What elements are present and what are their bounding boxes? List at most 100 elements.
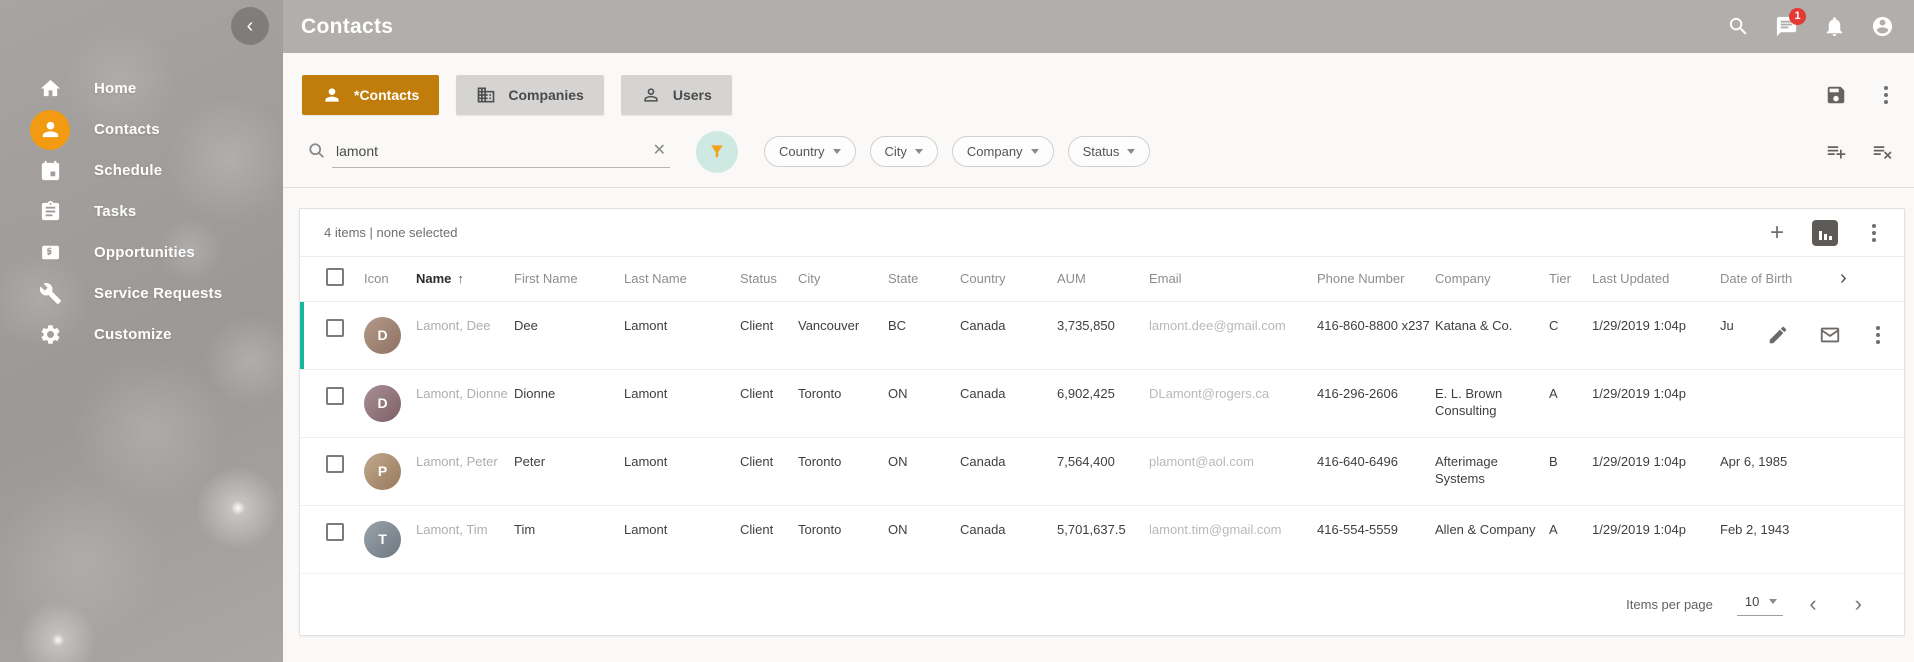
column-header-dob[interactable]: Date of Birth	[1720, 257, 1840, 301]
row-checkbox[interactable]	[326, 319, 344, 337]
wrench-icon	[30, 274, 70, 314]
funnel-icon	[707, 142, 727, 162]
cell-aum: 3,735,850	[1057, 301, 1149, 369]
cell-last-name: Lamont	[624, 301, 740, 369]
row-checkbox[interactable]	[326, 387, 344, 405]
avatar: T	[364, 521, 401, 558]
search-field: ✕	[332, 136, 670, 168]
cell-country: Canada	[960, 505, 1057, 573]
column-header-state[interactable]: State	[888, 257, 960, 301]
sidebar-item-service-requests[interactable]: Service Requests	[0, 273, 283, 314]
tab-label: Users	[673, 87, 712, 103]
clipboard-icon	[30, 192, 70, 232]
scroll-right-icon[interactable]: ›	[1840, 267, 1847, 289]
row-checkbox[interactable]	[326, 523, 344, 541]
column-header-last-name[interactable]: Last Name	[624, 257, 740, 301]
sort-asc-icon: ↑	[457, 271, 464, 286]
row-checkbox[interactable]	[326, 455, 344, 473]
playlist-add-icon[interactable]	[1824, 140, 1848, 164]
select-all-checkbox[interactable]	[326, 268, 344, 286]
column-header-city[interactable]: City	[798, 257, 888, 301]
home-icon	[30, 69, 70, 109]
cell-state: ON	[888, 505, 960, 573]
next-page-button[interactable]: ›	[1843, 593, 1874, 615]
account-icon[interactable]	[1870, 15, 1894, 39]
cell-status: Client	[740, 437, 798, 505]
tab-companies[interactable]: Companies	[456, 75, 603, 115]
messages-icon[interactable]: 1	[1774, 15, 1798, 39]
sidebar-item-contacts[interactable]: Contacts	[0, 109, 283, 150]
chevron-down-icon	[1031, 149, 1039, 154]
search-icon	[308, 142, 328, 162]
filter-funnel-button[interactable]	[696, 131, 738, 173]
more-vert-icon[interactable]	[1870, 324, 1886, 346]
sidebar-collapse-button[interactable]: ‹	[231, 7, 269, 45]
save-icon[interactable]	[1824, 83, 1848, 107]
sidebar-item-label: Tasks	[94, 203, 136, 220]
edit-icon[interactable]	[1766, 323, 1790, 347]
cell-first-name: Peter	[514, 437, 624, 505]
bell-icon[interactable]	[1822, 15, 1846, 39]
filter-chip-country[interactable]: Country	[764, 136, 856, 167]
search-input[interactable]	[332, 143, 649, 159]
filter-chip-status[interactable]: Status	[1068, 136, 1151, 167]
column-header-aum[interactable]: AUM	[1057, 257, 1149, 301]
cell-last-name: Lamont	[624, 437, 740, 505]
clear-search-icon[interactable]: ✕	[649, 143, 670, 159]
column-header-last-updated[interactable]: Last Updated	[1592, 257, 1720, 301]
more-vert-icon[interactable]	[1866, 222, 1882, 244]
sidebar: ‹ Home Contacts Schedule	[0, 0, 283, 662]
sidebar-item-opportunities[interactable]: Opportunities	[0, 232, 283, 273]
tab-contacts[interactable]: *Contacts	[302, 75, 439, 115]
column-header-phone[interactable]: Phone Number	[1317, 257, 1435, 301]
page-size-select[interactable]: 10	[1737, 592, 1783, 616]
column-header-country[interactable]: Country	[960, 257, 1057, 301]
sidebar-item-schedule[interactable]: Schedule	[0, 150, 283, 191]
column-header-email[interactable]: Email	[1149, 257, 1317, 301]
sidebar-item-tasks[interactable]: Tasks	[0, 191, 283, 232]
filter-chip-company[interactable]: Company	[952, 136, 1054, 167]
email-icon[interactable]	[1818, 323, 1842, 347]
entity-tabs: *Contacts Companies Users	[283, 53, 1914, 115]
column-header-first-name[interactable]: First Name	[514, 257, 624, 301]
sidebar-item-home[interactable]: Home	[0, 68, 283, 109]
cell-dob	[1720, 369, 1840, 437]
topbar-icons: 1	[1726, 15, 1894, 39]
table-row[interactable]: D Lamont, Dee Dee Lamont Client Vancouve…	[300, 301, 1904, 369]
sidebar-item-label: Schedule	[94, 162, 162, 179]
column-header-status[interactable]: Status	[740, 257, 798, 301]
more-vert-icon[interactable]	[1878, 84, 1894, 106]
cell-email: plamont@aol.com	[1149, 437, 1317, 505]
cell-tier: A	[1549, 369, 1592, 437]
chart-view-icon[interactable]	[1812, 220, 1838, 246]
prev-page-button[interactable]: ‹	[1797, 593, 1828, 615]
column-header-tier[interactable]: Tier	[1549, 257, 1592, 301]
tab-users[interactable]: Users	[621, 75, 732, 115]
money-box-icon	[30, 233, 70, 273]
search-icon[interactable]	[1726, 15, 1750, 39]
cell-aum: 7,564,400	[1057, 437, 1149, 505]
cell-aum: 6,902,425	[1057, 369, 1149, 437]
filter-chip-city[interactable]: City	[870, 136, 938, 167]
avatar: D	[364, 317, 401, 354]
column-header-icon[interactable]: Icon	[364, 257, 416, 301]
table-row[interactable]: T Lamont, Tim Tim Lamont Client Toronto …	[300, 505, 1904, 573]
cell-phone: 416-640-6496	[1317, 437, 1435, 505]
playlist-remove-icon[interactable]	[1870, 140, 1894, 164]
sidebar-nav: Home Contacts Schedule Tasks	[0, 68, 283, 355]
cell-tier: C	[1549, 301, 1592, 369]
app-root: ‹ Home Contacts Schedule	[0, 0, 1914, 662]
column-header-company[interactable]: Company	[1435, 257, 1549, 301]
sidebar-item-customize[interactable]: Customize	[0, 314, 283, 355]
cell-email: lamont.tim@gmail.com	[1149, 505, 1317, 573]
topbar: Contacts 1	[283, 0, 1914, 53]
table-row[interactable]: P Lamont, Peter Peter Lamont Client Toro…	[300, 437, 1904, 505]
cell-country: Canada	[960, 437, 1057, 505]
column-header-name[interactable]: Name↑	[416, 257, 514, 301]
table-row[interactable]: D Lamont, Dionne Dionne Lamont Client To…	[300, 369, 1904, 437]
cell-phone: 416-860-8800 x237	[1317, 301, 1435, 369]
cell-first-name: Dionne	[514, 369, 624, 437]
cell-last-updated: 1/29/2019 1:04p	[1592, 301, 1720, 369]
table-toolbar-actions: +	[1770, 220, 1882, 246]
add-icon[interactable]: +	[1770, 221, 1784, 245]
